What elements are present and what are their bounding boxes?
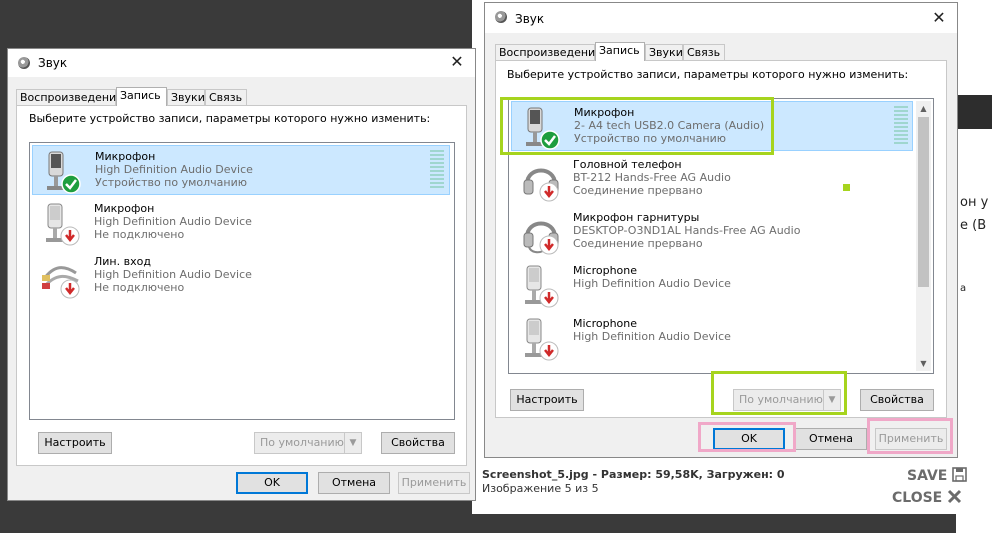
chevron-down-icon[interactable]: ▼: [344, 433, 361, 453]
line-in-cable-icon: [42, 255, 82, 299]
save-button[interactable]: SAVE: [907, 467, 968, 484]
device-name: Микрофон: [95, 150, 156, 163]
device-driver: High Definition Audio Device: [95, 163, 253, 176]
device-driver: High Definition Audio Device: [573, 277, 731, 290]
highlight-set-default: [711, 371, 847, 415]
device-driver: High Definition Audio Device: [573, 330, 731, 343]
down-arrow-badge-icon: [539, 235, 559, 255]
level-meter: [430, 150, 444, 190]
window-title: Звук: [38, 56, 68, 70]
device-item-4[interactable]: Microphone High Definition Audio Device: [511, 260, 913, 310]
window-title: Звук: [515, 12, 545, 26]
set-default-split-button[interactable]: По умолчанию ▼: [254, 432, 362, 454]
microphone-icon: [43, 150, 83, 194]
highlight-apply: [867, 418, 953, 454]
device-name: Микрофон гарнитуры: [573, 211, 700, 224]
instruction-text: Выберите устройство записи, параметры ко…: [507, 68, 909, 81]
device-driver: DESKTOP-O3ND1AL Hands-Free AG Audio: [573, 224, 801, 237]
title-bar: Звук ✕: [8, 49, 475, 77]
device-status: Не подключено: [94, 228, 185, 241]
floppy-disk-icon: [952, 467, 968, 482]
tab-communications[interactable]: Связь: [205, 89, 247, 105]
down-arrow-badge-icon: [60, 226, 80, 246]
tab-recording[interactable]: Запись: [595, 42, 645, 61]
microphone-icon: [521, 317, 561, 361]
close-x-icon: [948, 489, 962, 504]
device-name: Microphone: [573, 264, 638, 277]
tab-playback[interactable]: Воспроизведение: [495, 44, 602, 60]
microphone-icon: [42, 202, 82, 246]
device-driver: High Definition Audio Device: [94, 215, 252, 228]
device-status: Устройство по умолчанию: [95, 176, 248, 189]
highlight-ok: [698, 422, 796, 452]
properties-button[interactable]: Свойства: [381, 432, 455, 454]
device-name: Microphone: [573, 317, 638, 330]
device-item-3[interactable]: Микрофон гарнитуры DESKTOP-O3ND1AL Hands…: [511, 207, 913, 257]
background-dark-strip: [956, 95, 992, 129]
highlight-default-device: [500, 97, 774, 155]
background-text-1: он у: [960, 195, 989, 210]
device-item-2[interactable]: Микрофон High Definition Audio Device Не…: [32, 198, 450, 248]
configure-button[interactable]: Настроить: [38, 432, 112, 454]
level-meter: [894, 106, 908, 146]
down-arrow-badge-icon: [60, 279, 80, 299]
device-driver: High Definition Audio Device: [94, 268, 252, 281]
device-list[interactable]: Микрофон High Definition Audio Device Ус…: [29, 142, 455, 420]
cancel-button[interactable]: Отмена: [318, 472, 390, 494]
device-item-1[interactable]: Микрофон High Definition Audio Device Ус…: [32, 145, 450, 195]
properties-button[interactable]: Свойства: [860, 389, 934, 411]
list-scrollbar[interactable]: ▲ ▼: [916, 101, 931, 371]
file-info: Screenshot_5.jpg - Размер: 59,58K, Загру…: [482, 468, 785, 481]
device-driver: BT-212 Hands-Free AG Audio: [573, 171, 731, 184]
device-name: Лин. вход: [94, 255, 151, 268]
annotation-dot: [843, 184, 850, 191]
recording-panel: Выберите устройство записи, параметры ко…: [16, 105, 467, 466]
down-arrow-badge-icon: [539, 341, 559, 361]
scroll-up-icon[interactable]: ▲: [916, 101, 931, 116]
down-arrow-badge-icon: [539, 182, 559, 202]
device-status: Соединение прервано: [573, 237, 703, 250]
cancel-button[interactable]: Отмена: [795, 428, 867, 450]
tab-recording[interactable]: Запись: [116, 87, 167, 106]
save-label: SAVE: [907, 468, 948, 484]
device-item-2[interactable]: Головной телефон BT-212 Hands-Free AG Au…: [511, 154, 913, 204]
ok-button[interactable]: OK: [236, 472, 308, 494]
configure-button[interactable]: Настроить: [510, 389, 584, 411]
tab-playback[interactable]: Воспроизведение: [16, 89, 123, 105]
down-arrow-badge-icon: [539, 288, 559, 308]
close-label: CLOSE: [892, 490, 943, 506]
set-default-label: По умолчанию: [260, 436, 344, 449]
device-status: Не подключено: [94, 281, 185, 294]
close-viewer-button[interactable]: CLOSE: [892, 489, 962, 506]
window-close-button[interactable]: ✕: [447, 51, 467, 73]
tab-sounds[interactable]: Звуки: [167, 89, 205, 105]
instruction-text: Выберите устройство записи, параметры ко…: [29, 112, 431, 125]
device-status: Соединение прервано: [573, 184, 703, 197]
background-page: он у е (В а: [956, 0, 992, 533]
device-item-3[interactable]: Лин. вход High Definition Audio Device Н…: [32, 251, 450, 301]
tab-sounds[interactable]: Звуки: [645, 44, 683, 60]
background-text-3: а: [960, 283, 967, 294]
microphone-icon: [521, 264, 561, 308]
title-bar: Звук ✕: [485, 3, 957, 33]
sound-dialog-left: Звук ✕ Воспроизведение Запись Звуки Связ…: [7, 48, 476, 501]
apply-button[interactable]: Применить: [398, 472, 470, 494]
headset-icon: [521, 158, 561, 202]
scroll-down-icon[interactable]: ▼: [916, 356, 931, 371]
check-badge-icon: [61, 174, 81, 194]
speaker-app-icon: [18, 57, 30, 69]
device-name: Микрофон: [94, 202, 155, 215]
headset-icon: [521, 211, 561, 255]
device-item-5[interactable]: Microphone High Definition Audio Device: [511, 313, 913, 363]
image-counter: Изображение 5 из 5: [482, 482, 599, 495]
window-close-button[interactable]: ✕: [929, 7, 949, 29]
background-text-2: е (В: [960, 218, 987, 233]
scroll-thumb[interactable]: [918, 117, 929, 287]
speaker-app-icon: [495, 11, 507, 23]
device-name: Головной телефон: [573, 158, 682, 171]
tab-communications[interactable]: Связь: [683, 44, 725, 60]
